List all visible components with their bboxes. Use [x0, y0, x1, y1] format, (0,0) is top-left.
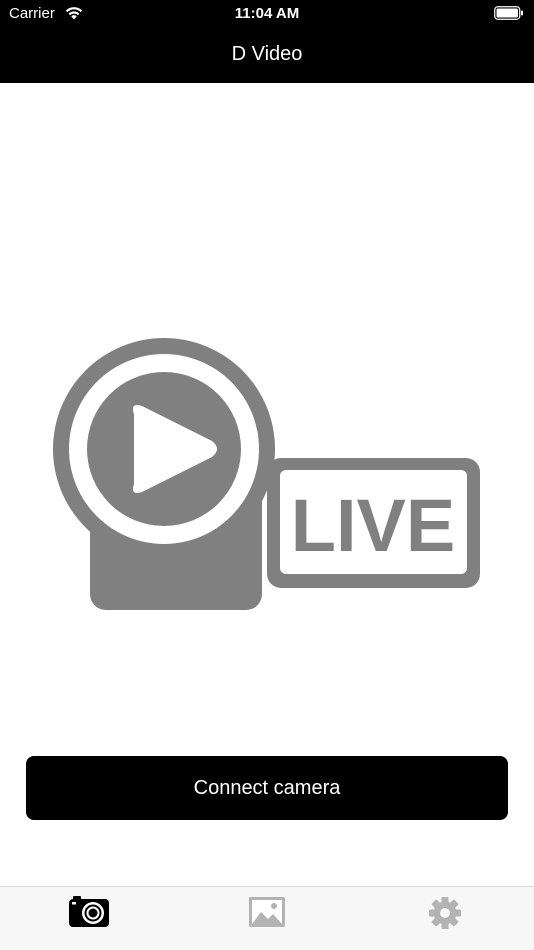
live-badge-text: LIVE — [291, 484, 455, 567]
live-video-icon: LIVE — [53, 338, 480, 610]
tab-bar — [0, 886, 534, 950]
top-bar: Carrier 11:04 AM D Video — [0, 0, 534, 83]
page-title: D Video — [231, 43, 303, 65]
connect-camera-button[interactable]: Connect camera — [26, 756, 508, 820]
connect-camera-label: Connect camera — [193, 776, 341, 799]
status-bar: Carrier 11:04 AM — [0, 0, 534, 28]
tab-gallery[interactable] — [178, 887, 356, 950]
image-icon — [249, 897, 285, 927]
tab-camera[interactable] — [0, 887, 178, 950]
gear-icon — [429, 897, 461, 929]
battery-icon — [494, 6, 523, 20]
status-time: 11:04 AM — [234, 5, 300, 22]
app-screen: Carrier 11:04 AM D Video LIVE Connect ca… — [0, 0, 534, 950]
camera-icon — [69, 896, 109, 927]
tab-settings[interactable] — [356, 887, 534, 950]
